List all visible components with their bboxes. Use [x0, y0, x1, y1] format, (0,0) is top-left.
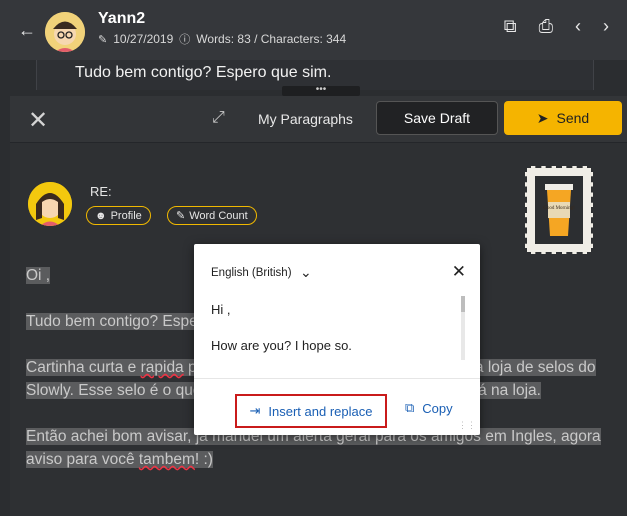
- avatar-face-icon: [45, 12, 85, 52]
- compose-toolbar: ✕ ⤢ My Paragraphs Save Draft ➤ Send: [10, 96, 627, 143]
- save-draft-button[interactable]: Save Draft: [376, 101, 498, 135]
- language-select[interactable]: English (British): [211, 267, 292, 279]
- translator-popup: English (British) ⌄ ✕ Hi , How are you? …: [194, 244, 480, 435]
- letter-date: 10/27/2019: [113, 32, 174, 46]
- word-count-label: Word Count: [189, 209, 248, 222]
- avatar-face-icon: [28, 182, 72, 226]
- send-button[interactable]: ➤ Send: [504, 101, 622, 135]
- chevron-right-icon[interactable]: ›: [603, 16, 609, 37]
- handle-dots: •••: [315, 84, 327, 95]
- print-icon[interactable]: ⎙: [539, 16, 553, 37]
- back-arrow-icon[interactable]: ←: [18, 20, 36, 41]
- my-paragraphs-button[interactable]: My Paragraphs: [258, 111, 353, 127]
- send-label: Send: [556, 110, 590, 126]
- misspelled-word[interactable]: tambem: [139, 451, 195, 468]
- translation-line-2: How are you? I hope so.: [211, 338, 352, 353]
- copy-button[interactable]: ⧉ Copy: [405, 400, 453, 416]
- stamp-image: Good Morning!: [535, 176, 583, 244]
- person-icon: ☻: [95, 209, 107, 222]
- paragraph-1: Oi ,: [26, 267, 51, 284]
- copy-label: Copy: [422, 400, 453, 416]
- copy-icon: ⧉: [405, 400, 415, 415]
- stamp-text: Good Morning!: [543, 206, 575, 211]
- resize-grip-icon[interactable]: ⋮⋮: [458, 420, 476, 431]
- word-count-button[interactable]: ✎ Word Count: [167, 206, 257, 225]
- profile-label: Profile: [110, 209, 142, 222]
- insert-label: Insert and replace: [268, 403, 373, 419]
- chevron-left-icon[interactable]: ‹: [575, 16, 581, 37]
- coffee-cup-icon: Good Morning!: [543, 184, 575, 236]
- translation-line-1: Hi ,: [211, 302, 231, 317]
- letter-meta: ✎ 10/27/2019 ⓘ Words: 83 / Characters: 3…: [98, 31, 346, 47]
- word-stats: Words: 83 / Characters: 344: [196, 32, 347, 46]
- sender-avatar[interactable]: [28, 182, 72, 226]
- avatar[interactable]: [45, 12, 85, 52]
- p4-end: ! :): [194, 451, 213, 468]
- letter-header: ← Yann2 ✎ 10/27/2019 ⓘ Words: 83 / Chara…: [0, 0, 627, 60]
- copy-icon[interactable]: ⧉: [504, 16, 517, 37]
- close-icon[interactable]: ✕: [28, 106, 48, 135]
- recipient-name: Yann2: [98, 10, 146, 27]
- scrollbar[interactable]: [461, 296, 465, 360]
- re-label: RE:: [90, 184, 112, 199]
- profile-button[interactable]: ☻ Profile: [86, 206, 151, 225]
- close-icon[interactable]: ✕: [452, 262, 466, 282]
- insert-and-replace-button[interactable]: ⇥ Insert and replace: [235, 394, 387, 428]
- misspelled-word[interactable]: rapida: [141, 359, 184, 376]
- p3-start: Cartinha curta e: [26, 359, 141, 376]
- save-draft-label: Save Draft: [403, 110, 471, 126]
- stamp[interactable]: Good Morning!: [525, 166, 593, 254]
- insert-icon: ⇥: [249, 403, 261, 418]
- info-icon: ⓘ: [179, 34, 191, 46]
- send-icon: ➤: [536, 109, 549, 126]
- pencil-icon: ✎: [176, 210, 186, 222]
- expand-icon[interactable]: ⤢: [212, 109, 225, 127]
- letter-preview-text: Tudo bem contigo? Espero que sim.: [75, 64, 332, 81]
- resize-handle[interactable]: •••: [282, 84, 360, 96]
- chevron-down-icon[interactable]: ⌄: [300, 264, 312, 281]
- scrollbar-thumb[interactable]: [461, 296, 465, 312]
- divider: [194, 378, 480, 379]
- pencil-icon: ✎: [98, 33, 108, 46]
